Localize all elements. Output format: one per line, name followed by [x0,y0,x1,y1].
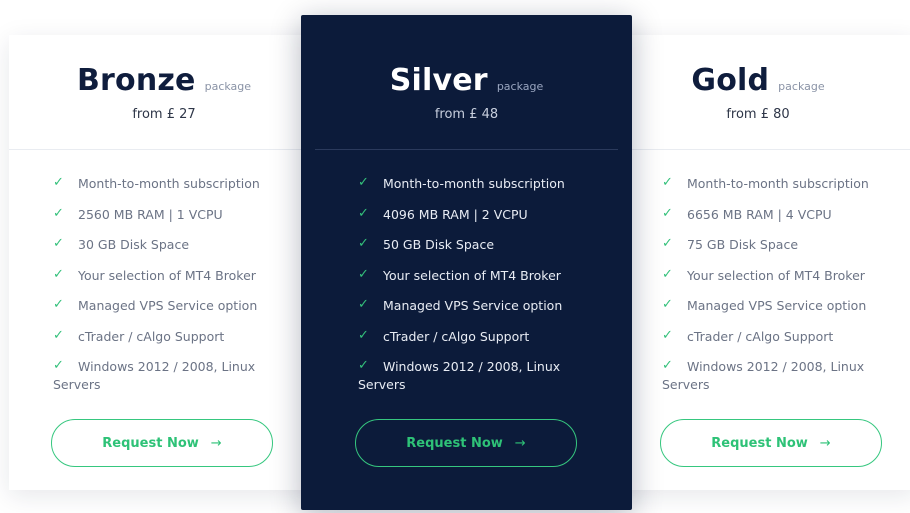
plan-tag: package [204,80,252,93]
feature-item: ✓ 6656 MB RAM | 4 VCPU [662,205,832,222]
feature-item: ✓ Month-to-month subscription [358,175,565,192]
pricing-card-silver: Silver package from £ 48 ✓ Month-to-month… [301,15,632,510]
check-icon: ✓ [358,205,369,221]
request-now-button[interactable]: Request Now → [355,419,577,467]
feature-item: ✓ Managed VPS Service option [358,297,563,314]
feature-item: ✓ cTrader / cAlgo Support [662,327,834,344]
plan-price: from £ 80 [726,107,790,122]
check-icon: ✓ [53,297,64,312]
divider [616,149,910,150]
feature-list: ✓ Month-to-month subscription ✓ 6656 MB RA… [662,175,898,394]
feature-item: ✓ cTrader / cAlgo Support [358,327,530,344]
check-icon: ✓ [53,175,64,190]
feature-item: ✓ Managed VPS Service option [53,297,258,314]
check-icon: ✓ [662,266,673,282]
feature-list: ✓ Month-to-month subscription ✓ 4096 MB RA… [358,175,598,394]
feature-item: ✓ 2560 MB RAM | 1 VCPU [53,205,223,222]
feature-item: ✓ 4096 MB RAM | 2 VCPU [358,205,528,222]
feature-item: ✓ Month-to-month subscription [662,175,869,192]
feature-item: ✓ Windows 2012 / 2008, Linux Servers [53,358,256,393]
card-header: Bronze package from £ 27 [9,63,319,122]
button-label: Request Now [102,435,199,451]
check-icon: ✓ [358,266,369,282]
divider [9,149,319,150]
plan-tag: package [778,80,825,93]
plan-price: from £ 48 [434,107,499,122]
check-icon: ✓ [53,205,64,221]
feature-item: ✓ Your selection of MT4 Broker [662,266,865,283]
check-icon: ✓ [358,175,369,190]
check-icon: ✓ [662,327,673,343]
divider [315,149,618,150]
check-icon: ✓ [358,236,369,251]
button-label: Request Now [711,435,808,451]
check-icon: ✓ [358,358,369,373]
check-icon: ✓ [662,236,673,251]
feature-item: ✓ Windows 2012 / 2008, Linux Servers [358,358,561,393]
feature-item: ✓ Your selection of MT4 Broker [358,266,561,283]
pricing-card-bronze: Bronze package from £ 27 ✓ Month-to-month… [9,35,319,490]
check-icon: ✓ [662,297,673,312]
feature-item: ✓ Managed VPS Service option [662,297,867,314]
feature-item: ✓ Your selection of MT4 Broker [53,266,256,283]
check-icon: ✓ [53,358,64,373]
card-header: Gold package from £ 80 [608,63,908,122]
arrow-right-icon: → [210,435,222,451]
feature-item: ✓ 30 GB Disk Space [53,236,190,253]
feature-item: ✓ Windows 2012 / 2008, Linux Servers [662,358,865,393]
request-now-button[interactable]: Request Now → [51,419,273,467]
feature-list: ✓ Month-to-month subscription ✓ 2560 MB RA… [53,175,293,394]
arrow-right-icon: → [514,435,526,451]
request-now-button[interactable]: Request Now → [660,419,882,467]
feature-item: ✓ cTrader / cAlgo Support [53,327,225,344]
check-icon: ✓ [53,266,64,282]
card-header: Silver package from £ 48 [301,63,632,122]
check-icon: ✓ [358,297,369,312]
feature-item: ✓ Month-to-month subscription [53,175,260,192]
check-icon: ✓ [358,327,369,343]
check-icon: ✓ [662,175,673,190]
button-label: Request Now [406,435,503,451]
feature-item: ✓ 75 GB Disk Space [662,236,799,253]
plan-name: Gold [691,63,770,98]
pricing-card-gold: Gold package from £ 80 ✓ Month-to-month s… [616,35,910,490]
check-icon: ✓ [662,205,673,221]
plan-tag: package [496,80,544,93]
plan-price: from £ 27 [132,107,196,122]
feature-item: ✓ 50 GB Disk Space [358,236,495,253]
arrow-right-icon: → [819,435,831,451]
plan-name: Silver [389,63,488,98]
plan-name: Bronze [76,63,196,98]
check-icon: ✓ [53,327,64,343]
check-icon: ✓ [53,236,64,251]
check-icon: ✓ [662,358,673,373]
